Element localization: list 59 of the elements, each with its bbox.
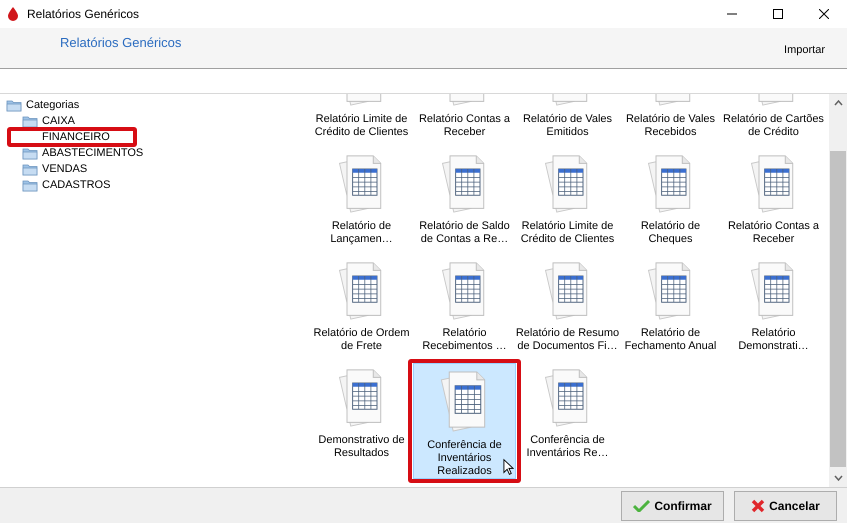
close-icon	[751, 498, 766, 512]
report-item[interactable]: Conferência de Inventários Realizados	[413, 363, 516, 479]
folder-icon	[22, 178, 38, 192]
report-item[interactable]: Relatório Limite de Crédito de Clientes	[310, 94, 414, 140]
tree-item[interactable]: FINANCEIRO	[42, 128, 110, 146]
report-label: Relatório de Cartões de Crédito	[722, 113, 825, 139]
maximize-icon	[773, 9, 783, 19]
folder-icon	[6, 98, 22, 112]
tree-item[interactable]: ABASTECIMENTOS	[42, 144, 144, 162]
report-label: Relatório de Fechamento Anual	[624, 327, 718, 353]
report-item[interactable]: Relatório Contas a Receber	[722, 147, 826, 247]
header-title: Relatórios Genéricos	[60, 34, 182, 52]
report-item[interactable]: Relatório de Ordem de Frete	[310, 254, 414, 354]
confirm-button[interactable]: Confirmar	[621, 490, 724, 520]
import-button[interactable]: Importar	[784, 42, 825, 58]
folder-icon	[22, 146, 38, 160]
tree-item[interactable]: CAIXA	[42, 112, 76, 130]
cancel-button[interactable]: Cancelar	[734, 490, 837, 520]
report-item[interactable]: Relatório de Lançamen…	[310, 147, 414, 247]
report-label: Conferência de Inventários Realizados	[426, 439, 503, 478]
report-item[interactable]: Relatório de Fechamento Anual	[618, 254, 722, 354]
report-label: Relatório de Cheques	[640, 220, 702, 246]
tree-item[interactable]: CADASTROS	[42, 176, 110, 194]
report-label: Relatório Recebimentos …	[421, 327, 508, 353]
report-label: Relatório de Lançamen…	[329, 220, 394, 246]
drop-icon	[7, 7, 19, 21]
report-item[interactable]: Conferência de Inventários Re…	[516, 361, 620, 461]
report-item[interactable]: Relatório Demonstrati…	[722, 254, 826, 354]
report-item[interactable]: Relatório de Cartões de Crédito	[722, 94, 826, 140]
report-label: Relatório Limite de Crédito de Clientes	[314, 113, 410, 139]
tree-item[interactable]: VENDAS	[42, 160, 88, 178]
report-label: Relatório de Ordem de Frete	[312, 327, 410, 353]
close-icon	[819, 9, 829, 19]
report-label: Relatório de Saldo de Contas a Re…	[418, 220, 511, 246]
scrollbar[interactable]	[829, 94, 847, 487]
report-label: Conferência de Inventários Re…	[526, 434, 610, 460]
report-label: Relatório Limite de Crédito de Clientes	[520, 220, 616, 246]
folder-icon	[22, 114, 38, 128]
report-item[interactable]: Demonstrativo de Resultados	[310, 361, 414, 461]
report-item[interactable]: Relatório Contas a Receber	[412, 94, 516, 140]
report-item[interactable]: Relatório de Cheques	[618, 147, 722, 247]
folder-icon	[22, 162, 38, 176]
tree-item[interactable]: Categorias	[26, 96, 80, 114]
report-item[interactable]: Relatório Limite de Crédito de Clientes	[516, 147, 620, 247]
report-label: Relatório Demonstrati…	[737, 327, 810, 353]
report-label: Relatório de Vales Recebidos	[624, 113, 716, 139]
report-item[interactable]: Relatório de Resumo de Documentos Fi…	[516, 254, 620, 354]
check-icon	[633, 500, 650, 512]
cursor-icon	[503, 458, 514, 476]
report-item[interactable]: Relatório Recebimentos …	[412, 254, 516, 354]
window-title: Relatórios Genéricos	[27, 6, 140, 23]
report-item[interactable]: Relatório de Vales Recebidos	[618, 94, 722, 140]
report-label: Relatório de Resumo de Documentos Fi…	[516, 327, 620, 353]
report-label: Relatório Contas a Receber	[418, 113, 512, 139]
report-label: Relatório de Vales Emitidos	[522, 113, 614, 139]
report-item[interactable]: Relatório de Saldo de Contas a Re…	[412, 147, 516, 247]
report-label: Relatório Contas a Receber	[726, 220, 820, 246]
report-item[interactable]: Relatório de Vales Emitidos	[516, 94, 620, 140]
report-label: Demonstrativo de Resultados	[317, 434, 406, 460]
